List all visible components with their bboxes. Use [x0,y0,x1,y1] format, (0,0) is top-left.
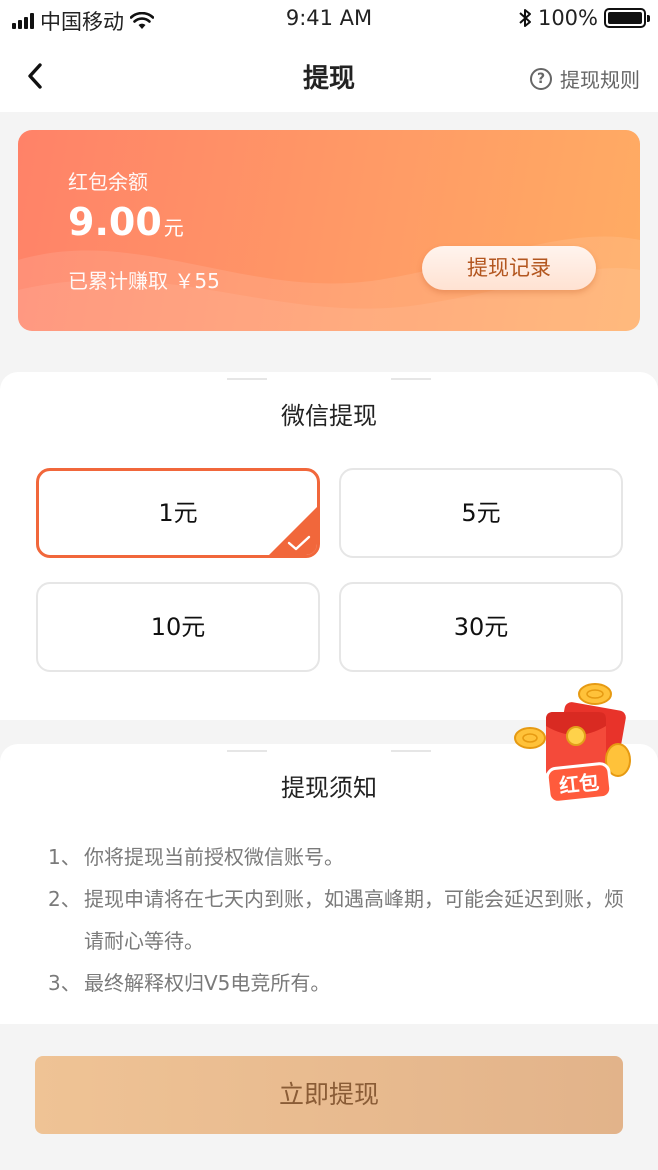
balance-amount: 9.00 元 [68,200,184,244]
divider [227,378,267,380]
amount-option-label: 10元 [150,613,206,641]
notice-text: 最终解释权归V5电竞所有。 [84,971,331,995]
nav-bar: 提现 ? 提现规则 [0,40,658,112]
divider [227,750,267,752]
amount-option-5[interactable]: 5元 [339,468,623,558]
battery-icon [604,8,650,28]
amount-option-10[interactable]: 10元 [36,582,320,672]
check-icon [269,507,317,555]
battery-percent: 100% [537,6,598,30]
divider [391,750,431,752]
amount-option-30[interactable]: 30元 [339,582,623,672]
withdraw-history-button[interactable]: 提现记录 [422,246,596,290]
status-bar: 中国移动 9:41 AM 100% [0,0,658,40]
withdraw-rules-link[interactable]: ? 提现规则 [530,64,640,93]
total-earned: 已累计赚取 ￥55 [68,269,220,293]
notice-number: 2、 [48,887,81,911]
red-packet-label: 红包 [558,770,600,798]
withdraw-now-button[interactable]: 立即提现 [35,1056,623,1134]
notice-item: 3、 最终解释权归V5电竞所有。 [48,962,638,1004]
balance-unit: 元 [163,216,184,240]
wechat-withdraw-title: 微信提现 [281,402,377,430]
red-packet-floating-button[interactable]: 红包 [510,678,640,808]
amount-option-label: 5元 [461,499,501,527]
help-icon: ? [530,67,552,90]
status-right: 100% [518,6,650,30]
notice-item: 2、 提现申请将在七天内到账，如遇高峰期，可能会延迟到账，烦请耐心等待。 [48,878,638,962]
notice-number: 3、 [48,971,81,995]
divider [391,378,431,380]
amount-option-label: 1元 [158,499,198,527]
withdraw-rules-label: 提现规则 [560,68,640,92]
notice-item: 1、 你将提现当前授权微信账号。 [48,836,638,878]
notice-text: 提现申请将在七天内到账，如遇高峰期，可能会延迟到账，烦请耐心等待。 [84,887,624,953]
amount-option-label: 30元 [453,613,509,641]
notice-number: 1、 [48,845,81,869]
balance-label: 红包余额 [68,170,148,194]
amount-option-1[interactable]: 1元 [36,468,320,558]
notice-list: 1、 你将提现当前授权微信账号。 2、 提现申请将在七天内到账，如遇高峰期，可能… [48,836,638,1004]
notice-text: 你将提现当前授权微信账号。 [84,845,344,869]
red-packet-icon: 红包 [514,683,631,804]
balance-card: 红包余额 9.00 元 已累计赚取 ￥55 提现记录 [18,130,640,331]
bluetooth-icon [519,9,531,27]
wechat-withdraw-panel: 微信提现 1元 5元 10元 30元 [0,372,658,720]
balance-value: 9.00 [68,200,162,244]
